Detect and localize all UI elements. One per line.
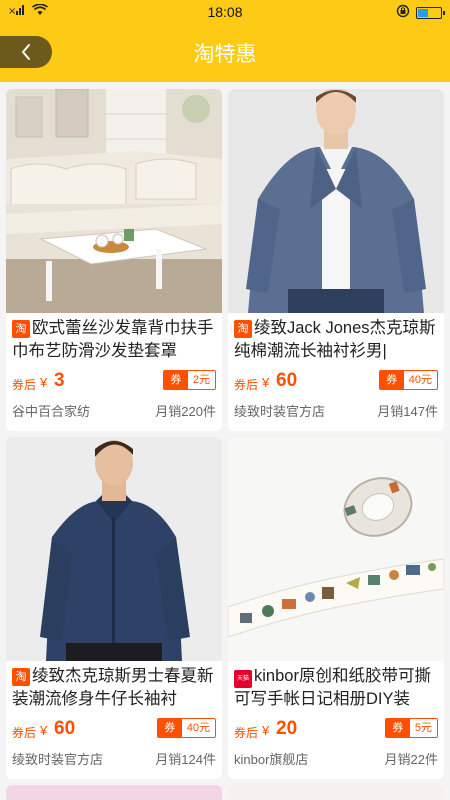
price-row: 券后 ¥ 60 券 40元 [12, 717, 216, 743]
currency-symbol: ¥ [262, 375, 270, 390]
coupon-value: 2元 [187, 371, 215, 389]
shop-name: 绫致时装官方店 [12, 752, 104, 767]
product-title: 淘欧式蕾丝沙发靠背巾扶手巾布艺防滑沙发垫套罩 [12, 317, 218, 363]
coupon-tag: 券 40元 [156, 718, 216, 738]
taobao-badge-icon: 淘 [234, 320, 252, 338]
product-meta: 谷中百合家纺 月销220件 [12, 401, 216, 420]
status-time: 18:08 [207, 4, 243, 20]
monthly-sales: 月销220件 [155, 404, 216, 419]
price-prefix: 券后 [12, 726, 37, 740]
product-card[interactable]: 淘绫致Jack Jones杰克琼斯纯棉潮流长袖衬衫男| 券后 ¥ 60 券 40… [228, 89, 444, 431]
product-image-sofa-cover [6, 89, 222, 313]
monthly-sales: 月销147件 [377, 404, 438, 419]
product-meta: kinbor旗舰店 月销22件 [234, 749, 438, 768]
coupon-value: 5元 [409, 719, 437, 737]
currency-symbol: ¥ [40, 375, 48, 390]
coupon-tag: 券 40元 [378, 370, 438, 390]
rotation-lock-icon [396, 4, 410, 21]
product-card[interactable]: 天猫 kinbor原创和纸胶带可撕可写手帐日记相册DIY装 券后 ¥ 20 券 5… [228, 437, 444, 779]
product-meta: 绫致时装官方店 月销124件 [12, 749, 216, 768]
coupon-label: 券 [163, 371, 188, 389]
price-row: 券后 ¥ 60 券 40元 [234, 369, 438, 395]
product-image-blue-shirt [228, 89, 444, 313]
tmall-badge-icon: 天猫 [234, 670, 252, 688]
product-title: 淘绫致Jack Jones杰克琼斯纯棉潮流长袖衬衫男| [234, 317, 440, 363]
price-prefix: 券后 [12, 378, 37, 392]
product-title: 天猫 kinbor原创和纸胶带可撕可写手帐日记相册DIY装 [234, 665, 440, 711]
product-image-washi-tape [228, 437, 444, 661]
shop-name: 谷中百合家纺 [12, 404, 91, 419]
taobao-badge-icon: 淘 [12, 320, 30, 338]
product-meta: 绫致时装官方店 月销147件 [234, 401, 438, 420]
coupon-label: 券 [385, 719, 410, 737]
taobao-badge-icon: 淘 [12, 668, 30, 686]
price-row: 券后 ¥ 3 券 2元 [12, 369, 216, 395]
page-title: 淘特惠 [193, 43, 257, 66]
coupon-label: 券 [157, 719, 182, 737]
price-row: 券后 ¥ 20 券 5元 [234, 717, 438, 743]
price-value: 60 [54, 718, 76, 739]
battery-icon [416, 6, 445, 19]
product-image-denim-shirt [6, 437, 222, 661]
price-prefix: 券后 [234, 726, 259, 740]
price-prefix: 券后 [234, 378, 259, 392]
coupon-value: 40元 [181, 719, 215, 737]
currency-symbol: ¥ [262, 723, 270, 738]
product-card[interactable]: 淘绫致杰克琼斯男士春夏新装潮流修身牛仔长袖衬 券后 ¥ 60 券 40元 绫致时… [6, 437, 222, 779]
shop-name: 绫致时装官方店 [234, 404, 326, 419]
currency-symbol: ¥ [40, 723, 48, 738]
coupon-tag: 券 5元 [384, 718, 438, 738]
product-title-text: 绫致Jack Jones杰克琼斯纯棉潮流长袖衬衫男| [234, 319, 436, 360]
product-card-partial[interactable] [228, 785, 444, 800]
product-title: 淘绫致杰克琼斯男士春夏新装潮流修身牛仔长袖衬 [12, 665, 218, 711]
app-header: × 18:08 淘特惠 [0, 0, 450, 82]
status-right [396, 4, 445, 21]
price-value: 20 [276, 718, 298, 739]
monthly-sales: 月销124件 [155, 752, 216, 767]
price-value: 3 [54, 370, 65, 391]
product-card[interactable]: 淘欧式蕾丝沙发靠背巾扶手巾布艺防滑沙发垫套罩 券后 ¥ 3 券 2元 谷中百合家… [6, 89, 222, 431]
product-title-text: 欧式蕾丝沙发靠背巾扶手巾布艺防滑沙发垫套罩 [12, 319, 214, 360]
coupon-value: 40元 [403, 371, 437, 389]
product-card-partial[interactable] [6, 785, 222, 800]
shop-name: kinbor旗舰店 [234, 752, 309, 767]
coupon-tag: 券 2元 [162, 370, 216, 390]
product-image-partial [6, 785, 222, 800]
status-bar: × 18:08 [0, 0, 450, 24]
price-value: 60 [276, 370, 298, 391]
product-title-text: kinbor原创和纸胶带可撕可写手帐日记相册DIY装 [234, 667, 431, 708]
coupon-label: 券 [379, 371, 404, 389]
product-title-text: 绫致杰克琼斯男士春夏新装潮流修身牛仔长袖衬 [12, 667, 214, 708]
monthly-sales: 月销22件 [384, 752, 438, 767]
product-image-partial [228, 785, 444, 800]
